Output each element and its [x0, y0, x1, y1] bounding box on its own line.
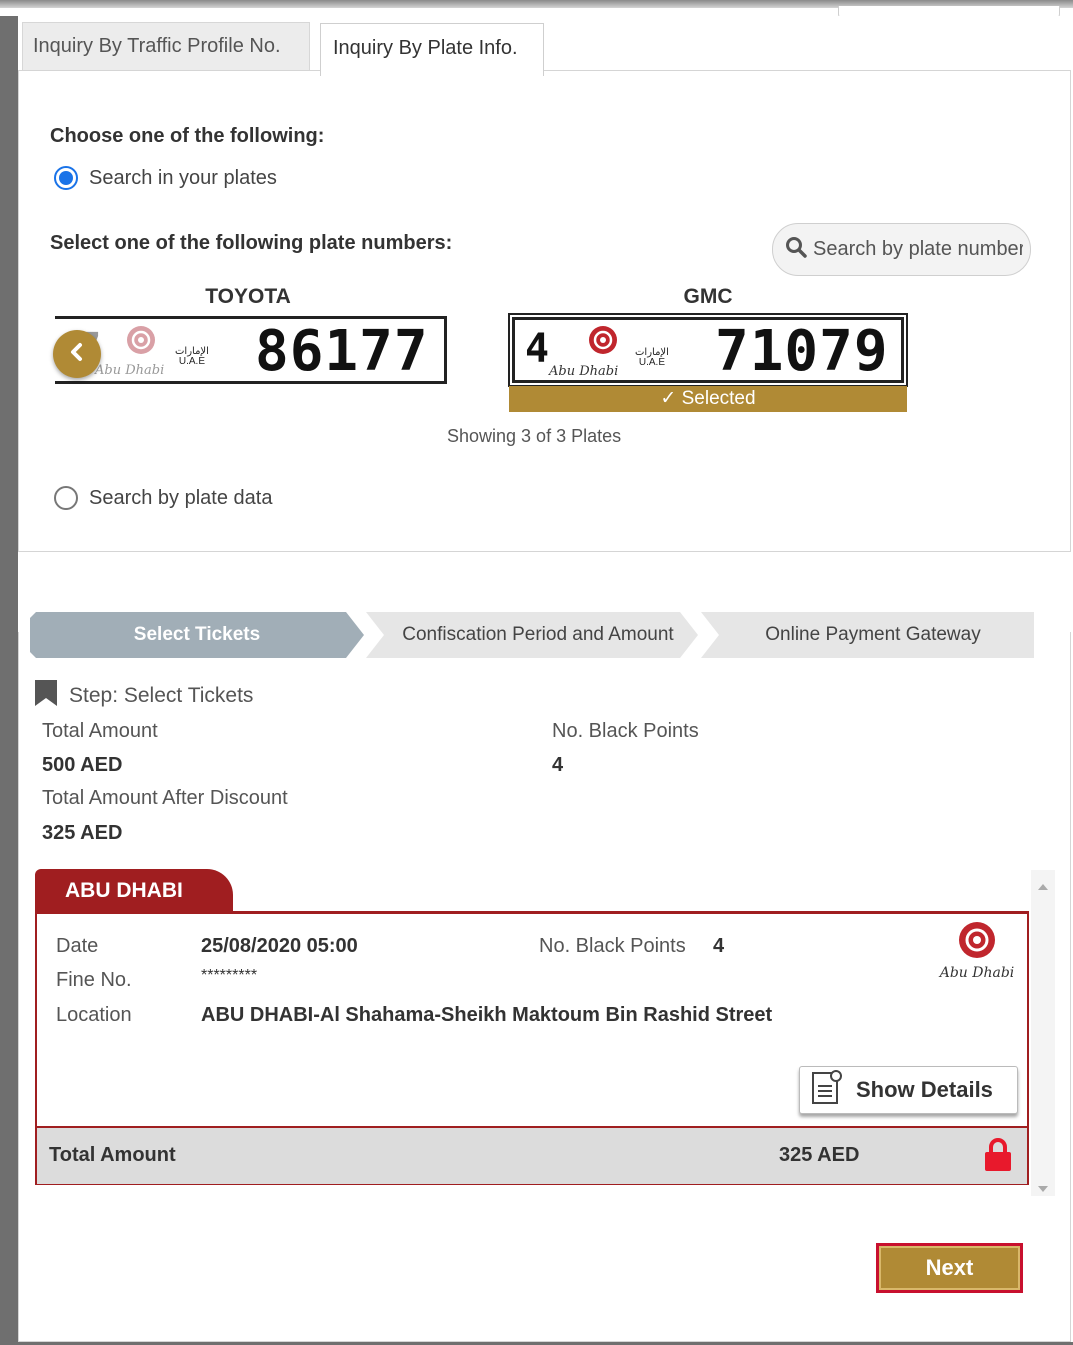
black-points-label: No. Black Points [552, 720, 699, 742]
plate-gmc: 4 Abu Dhabi الإمارات U.A.E 71079 [512, 317, 904, 384]
radio-label: Search by plate data [89, 486, 273, 509]
showing-count: Showing 3 of 3 Plates [447, 426, 622, 446]
fine-no-value: ********* [201, 967, 258, 984]
uae-text: U.A.E [638, 357, 666, 368]
scroll-down-icon[interactable] [1037, 1180, 1049, 1198]
plate-logo-text: Abu Dhabi [95, 363, 165, 378]
location-value: ABU DHABI-Al Shahama-Sheikh Maktoum Bin … [201, 1004, 773, 1026]
step-title: Step: Select Tickets [34, 678, 253, 713]
choose-heading: Choose one of the following: [50, 125, 325, 147]
plate-number: 86177 [255, 319, 429, 384]
show-details-button[interactable]: Show Details [799, 1066, 1018, 1114]
plate-card-toyota[interactable]: 7 Abu Dhabi الإماراتU.A.E 86177 [55, 316, 447, 384]
select-plate-heading: Select one of the following plate number… [50, 232, 453, 254]
chevron-left-icon [68, 342, 86, 367]
plate-search-input[interactable] [813, 238, 1023, 261]
selected-badge: ✓ Selected [509, 386, 907, 412]
ticket-black-points-value: 4 [713, 935, 725, 957]
ticket-total-row: Total Amount 325 AED [37, 1126, 1027, 1184]
plate-toyota: 7 Abu Dhabi الإماراتU.A.E 86177 [55, 316, 447, 384]
date-value: 25/08/2020 05:00 [201, 935, 358, 957]
ticket-total-label: Total Amount [49, 1144, 176, 1166]
plate-logo-text: Abu Dhabi [549, 364, 619, 379]
ticket-card: Date 25/08/2020 05:00 No. Black Points 4… [35, 911, 1029, 1185]
tab-plate-info[interactable]: Inquiry By Plate Info. [320, 23, 544, 76]
document-icon [810, 1069, 844, 1111]
radio-selected-icon[interactable] [54, 166, 78, 190]
plate-brand-toyota: TOYOTA [205, 285, 291, 308]
plate-search-box[interactable] [772, 223, 1031, 276]
emblem-text: Abu Dhabi [939, 965, 1015, 981]
date-label: Date [56, 935, 99, 957]
bookmark-icon [34, 678, 58, 713]
radio-search-plate-data[interactable]: Search by plate data [54, 486, 272, 510]
abu-dhabi-emblem: Abu Dhabi [932, 918, 1022, 981]
after-discount-value: 325 AED [42, 822, 123, 844]
show-details-label: Show Details [856, 1077, 993, 1102]
emirate-tab: ABU DHABI [35, 869, 233, 913]
plate-brand-gmc: GMC [683, 285, 733, 308]
radio-search-your-plates[interactable]: Search in your plates [54, 166, 277, 190]
uae-label: الإمارات U.A.E [635, 347, 669, 368]
radio-label: Search in your plates [89, 166, 277, 189]
ticket-black-points-label: No. Black Points [539, 935, 686, 957]
carousel-prev-button[interactable] [53, 330, 101, 378]
top-strip [0, 0, 1073, 20]
fine-no-label: Fine No. [56, 969, 132, 991]
scroll-up-icon[interactable] [1037, 878, 1049, 896]
lock-icon[interactable] [983, 1137, 1013, 1178]
total-amount-label: Total Amount [42, 720, 158, 742]
black-points-value: 4 [552, 754, 564, 776]
location-label: Location [56, 1004, 132, 1026]
plate-code: 4 [525, 326, 550, 372]
total-amount-value: 500 AED [42, 754, 123, 776]
after-discount-label: Total Amount After Discount [42, 787, 288, 809]
radio-unselected-icon[interactable] [54, 486, 78, 510]
abu-dhabi-logo-icon [585, 323, 621, 366]
step-title-text: Step: Select Tickets [69, 683, 254, 707]
tab-traffic-profile[interactable]: Inquiry By Traffic Profile No. [22, 22, 310, 70]
ticket-total-value: 325 AED [779, 1144, 860, 1166]
next-button[interactable]: Next [876, 1243, 1023, 1293]
step-select-tickets: Select Tickets [133, 624, 261, 645]
step-payment-gateway: Online Payment Gateway [765, 624, 981, 645]
abu-dhabi-logo-icon [123, 323, 159, 366]
plate-number: 71079 [715, 319, 889, 384]
search-icon [785, 236, 807, 263]
step-confiscation: Confiscation Period and Amount [402, 624, 674, 645]
ticket-scrollbar[interactable] [1031, 870, 1055, 1196]
uae-label: الإمارات U.A.E [175, 346, 209, 367]
uae-text: U.A.E [178, 356, 206, 367]
